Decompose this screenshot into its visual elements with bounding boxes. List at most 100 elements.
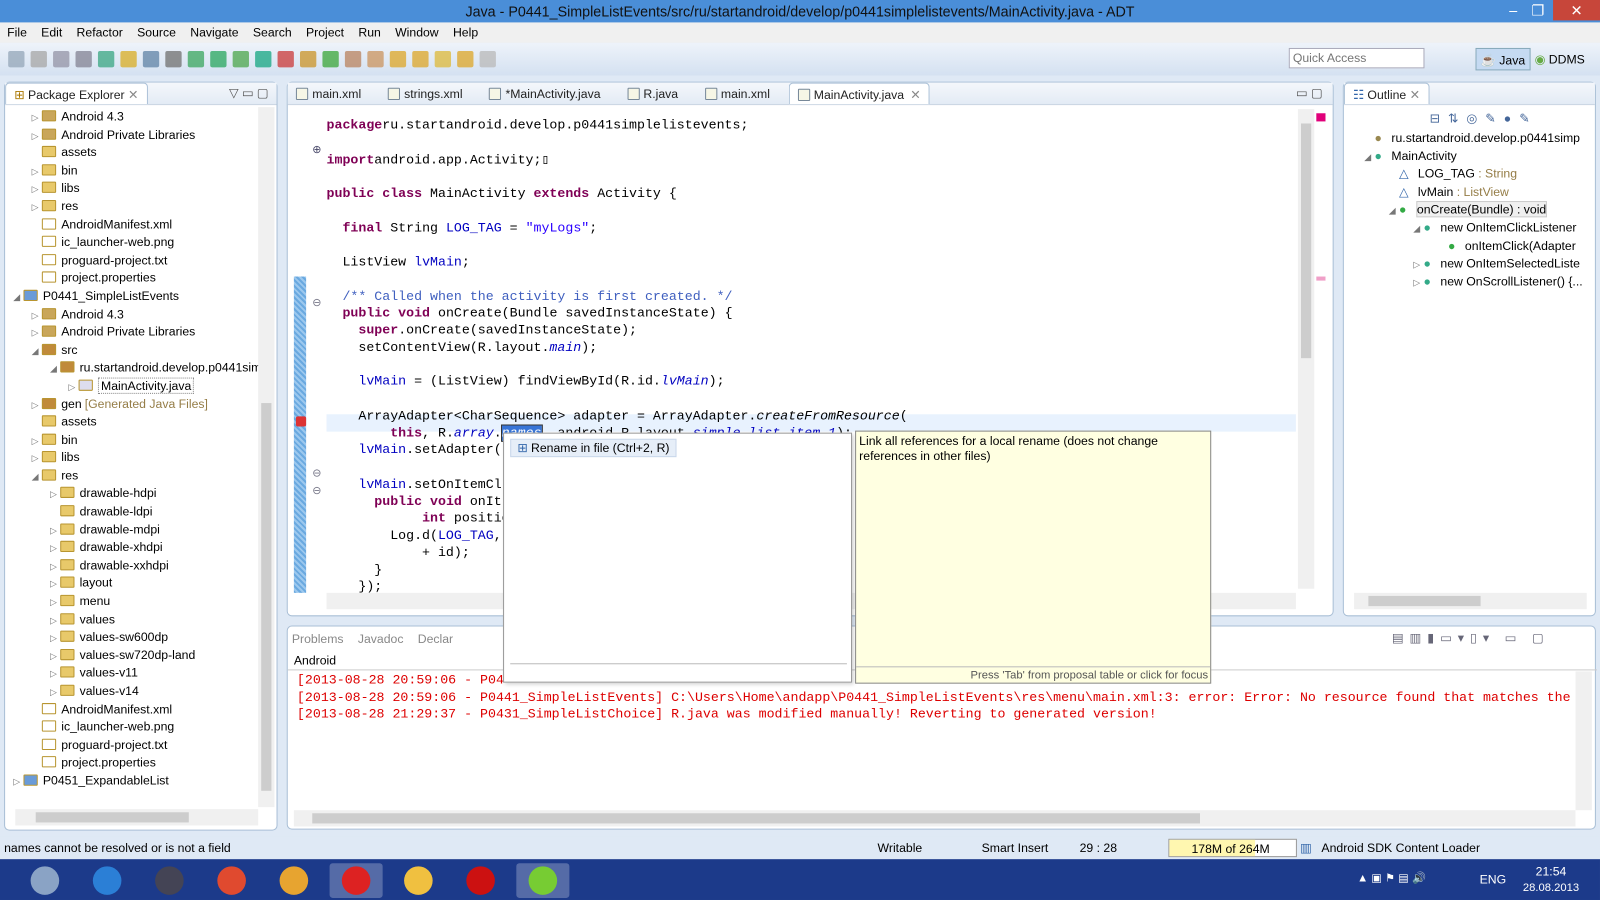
expand-toggle-icon[interactable]: ▷ xyxy=(50,630,60,648)
tree-item[interactable]: ▷ Android Private Libraries xyxy=(13,324,258,342)
expand-toggle-icon[interactable]: ◢ xyxy=(1364,149,1374,167)
expand-toggle-icon[interactable]: ▷ xyxy=(50,558,60,576)
close-icon[interactable]: ✕ xyxy=(910,88,920,102)
editor-tab[interactable]: main.xml xyxy=(696,83,778,104)
tab-javadoc[interactable]: Javadoc xyxy=(358,632,404,646)
tree-item[interactable]: ▷ bin xyxy=(13,431,258,449)
code-line[interactable]: super.onCreate(savedInstanceState); xyxy=(327,322,637,339)
tree-item[interactable]: assets xyxy=(13,144,258,162)
tree-item[interactable]: ▷ Android 4.3 xyxy=(13,306,258,324)
code-line[interactable]: lvMain.setOnItemCl xyxy=(327,476,501,493)
outline-toolbar[interactable]: ⊟⇅◎✎●✎ xyxy=(1430,111,1538,125)
code-line[interactable]: public void onCreate(Bundle savedInstanc… xyxy=(327,305,732,322)
restore-button[interactable]: ❐ xyxy=(1522,0,1553,20)
taskbar-yandex[interactable] xyxy=(329,863,383,898)
garbage-collect-icon[interactable]: ▥ xyxy=(1300,837,1312,859)
close-icon[interactable]: ✕ xyxy=(128,88,138,102)
tree-item[interactable]: ◢ P0441_SimpleListEvents xyxy=(13,288,258,306)
outline-item[interactable]: ● ru.startandroid.develop.p0441simp xyxy=(1358,130,1593,148)
editor-tab[interactable]: main.xml xyxy=(288,83,370,104)
menu-refactor[interactable]: Refactor xyxy=(69,22,130,42)
tree-item[interactable]: AndroidManifest.xml xyxy=(13,216,258,234)
expand-toggle-icon[interactable]: ▷ xyxy=(50,684,60,702)
expand-toggle-icon[interactable]: ▷ xyxy=(50,648,60,666)
toolbar-button-icon[interactable] xyxy=(479,51,496,68)
code-line[interactable]: lvMain.setAdapter( xyxy=(327,442,501,459)
tree-item[interactable]: proguard-project.txt xyxy=(13,737,258,755)
tree-item[interactable]: ▷ MainActivity.java xyxy=(13,377,258,395)
warning-overview-marker[interactable] xyxy=(1316,276,1326,281)
code-line[interactable]: + id); xyxy=(327,545,470,562)
outline-item[interactable]: ▷ ● new OnScrollListener() {... xyxy=(1358,273,1593,291)
outline-item[interactable]: ◢ ● new OnItemClickListener xyxy=(1358,219,1593,237)
expand-toggle-icon[interactable]: ▷ xyxy=(32,325,42,343)
expand-toggle-icon[interactable]: ◢ xyxy=(1413,220,1423,238)
tree-item[interactable]: assets xyxy=(13,413,258,431)
toolbar-button-icon[interactable] xyxy=(30,51,47,68)
taskbar-internet-explorer[interactable] xyxy=(81,863,134,898)
outline-item[interactable]: ● onItemClick(Adapter xyxy=(1358,237,1593,255)
view-menu-icon[interactable]: ▽ ▭ ▢ xyxy=(221,83,277,104)
expand-toggle-icon[interactable]: ▷ xyxy=(32,127,42,145)
code-line[interactable]: importandroid.app.Activity;▯ xyxy=(327,152,550,169)
toolbar-button-icon[interactable] xyxy=(322,51,339,68)
toolbar-button-icon[interactable] xyxy=(165,51,182,68)
tab-outline[interactable]: ☷ Outline ✕ xyxy=(1343,82,1430,105)
code-line[interactable]: /** Called when the activity is first cr… xyxy=(327,288,732,305)
tree-item[interactable]: ▷ libs xyxy=(13,180,258,198)
perspective-ddms[interactable]: ◉ DDMS xyxy=(1531,48,1589,70)
close-icon[interactable]: ✕ xyxy=(1410,88,1420,102)
outline-item[interactable]: △ lvMain : ListView xyxy=(1358,183,1593,201)
close-button[interactable]: ✕ xyxy=(1553,0,1600,21)
menu-file[interactable]: File xyxy=(0,22,34,42)
tree-item[interactable]: ▷ layout xyxy=(13,575,258,593)
menu-edit[interactable]: Edit xyxy=(34,22,69,42)
editor-tab[interactable]: MainActivity.java ✕ xyxy=(788,82,930,105)
collapse-icon[interactable]: ⊖ xyxy=(312,484,321,497)
tree-item[interactable]: ▷ drawable-xhdpi xyxy=(13,539,258,557)
taskbar-explorer[interactable] xyxy=(18,863,71,898)
tree-item[interactable]: ▷ P0451_ExpandableList xyxy=(13,772,258,790)
code-line[interactable]: packageru.startandroid.develop.p0441simp… xyxy=(327,117,749,134)
expand-toggle-icon[interactable]: ▷ xyxy=(13,773,23,791)
vertical-scrollbar[interactable] xyxy=(258,107,275,808)
expand-toggle-icon[interactable]: ▷ xyxy=(50,666,60,684)
expand-toggle-icon[interactable]: ▷ xyxy=(32,450,42,468)
error-overview-icon[interactable] xyxy=(1316,113,1326,122)
code-line[interactable]: public class MainActivity extends Activi… xyxy=(327,186,677,203)
quick-access-input[interactable] xyxy=(1288,47,1425,69)
expand-toggle-icon[interactable]: ◢ xyxy=(32,468,42,486)
tree-item[interactable]: drawable-ldpi xyxy=(13,503,258,521)
tree-item[interactable]: project.properties xyxy=(13,754,258,772)
tree-item[interactable]: ic_launcher-web.png xyxy=(13,234,258,252)
tree-item[interactable]: ▷ drawable-xxhdpi xyxy=(13,557,258,575)
expand-toggle-icon[interactable]: ▷ xyxy=(1413,274,1423,291)
toolbar-button-icon[interactable] xyxy=(277,51,294,68)
code-line[interactable]: public void onIt xyxy=(327,493,501,510)
collapse-icon[interactable]: ⊖ xyxy=(312,296,321,309)
taskbar-chrome[interactable] xyxy=(205,863,258,898)
tree-item[interactable]: project.properties xyxy=(13,270,258,288)
editor-tab[interactable]: R.java xyxy=(619,83,686,104)
code-line[interactable]: setContentView(R.layout.main); xyxy=(327,340,597,357)
error-marker-icon[interactable] xyxy=(295,416,307,427)
toolbar-button-icon[interactable] xyxy=(389,51,407,68)
tree-item[interactable]: ic_launcher-web.png xyxy=(13,719,258,737)
taskbar-media[interactable] xyxy=(143,863,196,898)
code-line[interactable]: lvMain = (ListView) findViewById(R.id.lv… xyxy=(327,374,724,391)
taskbar-acrobat[interactable] xyxy=(454,863,507,898)
tree-item[interactable]: ▷ values-sw600dp xyxy=(13,629,258,647)
clock-time[interactable]: 21:54 xyxy=(1520,864,1581,878)
clock-date[interactable]: 28.08.2013 xyxy=(1515,882,1586,894)
toolbar-button-icon[interactable] xyxy=(232,51,249,68)
menu-source[interactable]: Source xyxy=(130,22,183,42)
console-vertical-scrollbar[interactable] xyxy=(1575,671,1592,811)
expand-toggle-icon[interactable]: ▷ xyxy=(50,594,60,612)
toolbar-button-icon[interactable] xyxy=(457,51,474,68)
expand-toggle-icon[interactable]: ▷ xyxy=(50,576,60,594)
code-line[interactable]: int position xyxy=(327,510,518,527)
tree-item[interactable]: ▷ values-v11 xyxy=(13,665,258,683)
expand-toggle-icon[interactable]: ▷ xyxy=(50,522,60,540)
tree-item[interactable]: ▷ values-v14 xyxy=(13,683,258,701)
tree-item[interactable]: proguard-project.txt xyxy=(13,252,258,270)
